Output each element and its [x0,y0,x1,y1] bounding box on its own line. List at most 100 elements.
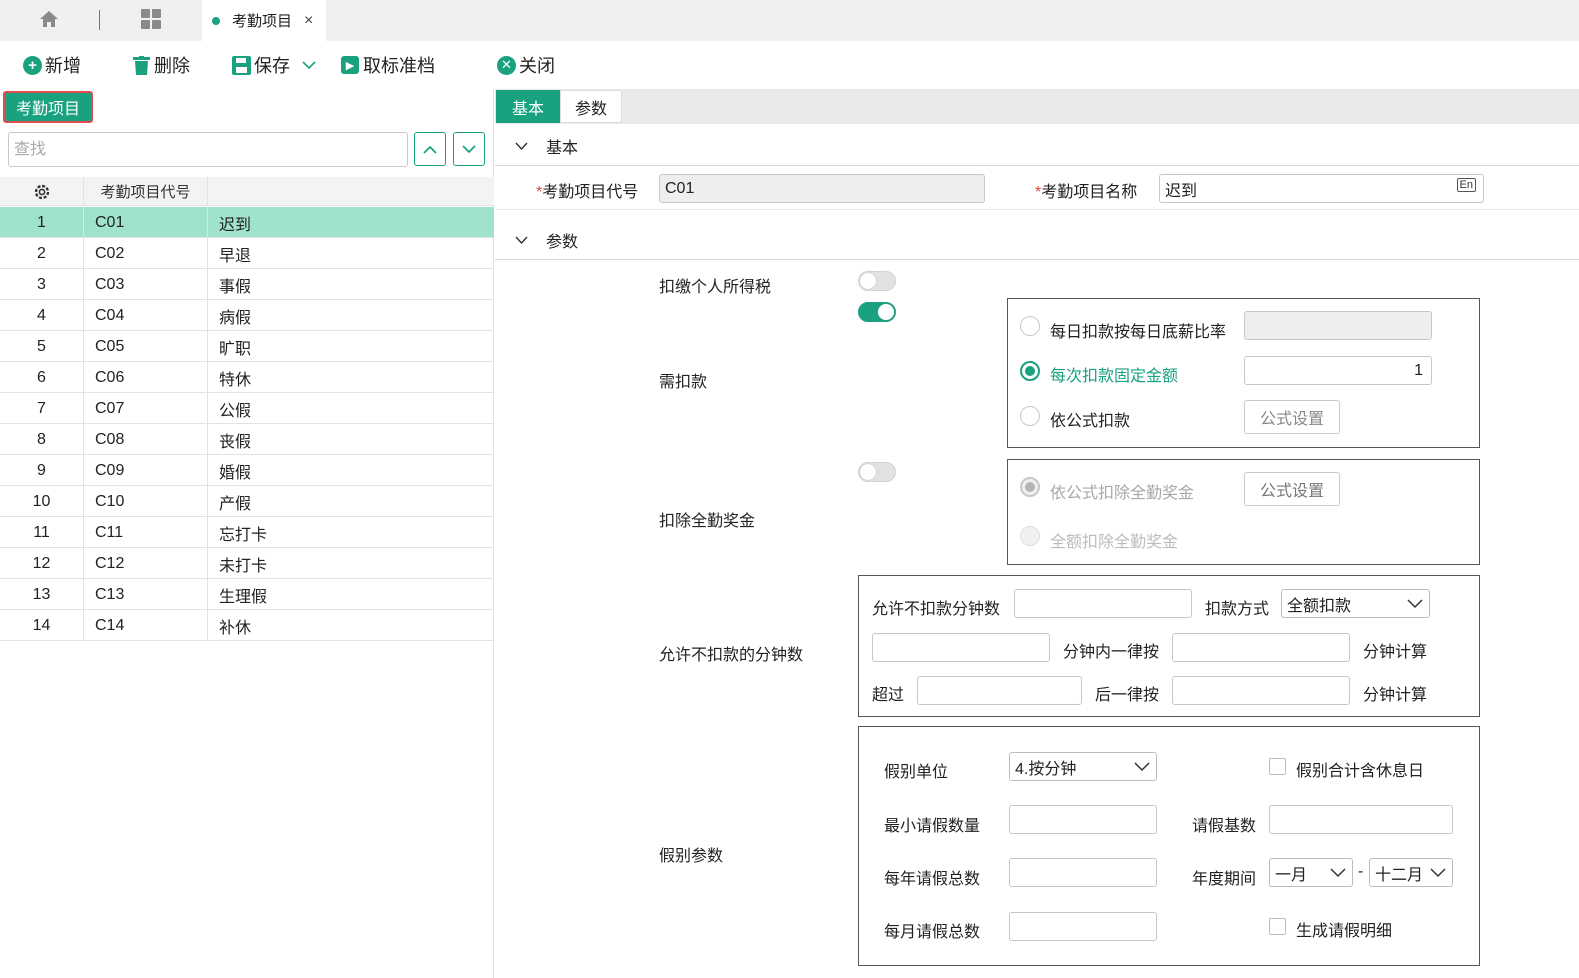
after-minutes-field[interactable] [1172,676,1350,705]
radio-bonus-formula[interactable] [1020,477,1040,497]
table-row[interactable]: 4 C04 病假 [0,300,494,331]
row-code: C12 [84,548,208,579]
apps-tab[interactable] [101,0,201,41]
next-button[interactable] [453,132,485,166]
table-row[interactable]: 2 C02 早退 [0,238,494,269]
gen-detail-label: 生成请假明细 [1296,923,1393,940]
panel-title: 考勤项目 [3,91,93,123]
allow-minutes-field[interactable] [1014,589,1192,618]
tab-param[interactable]: 参数 [560,90,622,123]
chevron-down-icon[interactable] [302,60,316,70]
delete-button[interactable]: 删除 [133,53,190,77]
chevron-down-icon [1330,865,1346,883]
table-row[interactable]: 6 C06 特休 [0,362,494,393]
prev-button[interactable] [414,132,446,166]
yearly-total-field[interactable] [1009,858,1157,887]
tab-basic[interactable]: 基本 [496,90,560,123]
name-label: *考勤项目名称 [1035,178,1137,202]
row-name: 婚假 [219,464,252,482]
toggle-knob [860,464,876,480]
deduct-toggle[interactable] [858,302,896,322]
row-name: 补休 [219,619,252,637]
monthly-total-label: 每月请假总数 [884,924,981,941]
row-number: 3 [0,269,84,300]
monthly-total-field[interactable] [1009,912,1157,941]
row-code: C10 [84,486,208,517]
col-header-name[interactable] [208,177,494,206]
minute-calc-label-1: 分钟计算 [1363,644,1428,661]
chevron-down-icon [515,142,528,150]
row-number: 13 [0,579,84,610]
leave-base-field[interactable] [1269,805,1453,834]
gen-detail-checkbox[interactable] [1269,918,1286,935]
min-leave-label: 最小请假数量 [884,818,981,835]
bonus-toggle[interactable] [858,462,896,482]
period-to-value: 十二月 [1375,866,1424,884]
minutes-threshold-field[interactable] [872,633,1050,662]
grid-icon [140,8,162,34]
include-rest-checkbox[interactable] [1269,758,1286,775]
daily-rate-field[interactable] [1244,311,1432,340]
radio-bonus-full[interactable] [1020,526,1040,546]
close-icon[interactable]: × [304,12,313,30]
deduct-method-label: 扣款方式 [1205,601,1270,618]
toggle-knob [860,273,876,289]
minutes-box: 允许不扣款分钟数 扣款方式 全额扣款 分钟内一律按 分钟计算 超过 后一律按 分… [858,575,1480,717]
table-row[interactable]: 9 C09 婚假 [0,455,494,486]
table-row[interactable]: 3 C03 事假 [0,269,494,300]
home-tab[interactable] [0,0,98,41]
table-row[interactable]: 10 C10 产假 [0,486,494,517]
section-basic-header[interactable]: 基本 [495,126,1579,166]
section-basic-title: 基本 [546,139,579,157]
plus-icon: + [23,55,42,75]
save-icon [232,55,251,75]
radio-daily[interactable] [1020,316,1040,336]
tab-attendance-items[interactable]: 考勤项目 × [202,0,326,41]
home-icon [38,9,60,33]
radio-daily-label: 每日扣款按每日底薪比率 [1050,324,1227,341]
period-to-select[interactable]: 十二月 [1369,858,1453,887]
period-from-select[interactable]: 一月 [1269,858,1353,887]
row-code: C14 [84,610,208,641]
language-icon[interactable]: En [1456,178,1476,192]
row-code: C03 [84,269,208,300]
table-row[interactable]: 14 C14 补休 [0,610,494,641]
section-param-header[interactable]: 参数 [495,220,1579,260]
settings-icon[interactable] [0,177,84,206]
add-button[interactable]: + 新增 [23,53,81,77]
fixed-amount-field[interactable]: 1 [1244,356,1432,385]
table-row[interactable]: 13 C13 生理假 [0,579,494,610]
table-row[interactable]: 1 C01 迟到 [0,207,494,238]
row-code: C05 [84,331,208,362]
exceed-field[interactable] [917,676,1082,705]
row-code: C11 [84,517,208,548]
bonus-formula-button[interactable]: 公式设置 [1244,472,1340,506]
table-row[interactable]: 12 C12 未打卡 [0,548,494,579]
col-header-code[interactable]: 考勤项目代号 [84,177,208,206]
table-row[interactable]: 8 C08 丧假 [0,424,494,455]
tax-toggle[interactable] [858,271,896,291]
table-row[interactable]: 11 C11 忘打卡 [0,517,494,548]
active-dot-icon [212,16,220,25]
close-button[interactable]: ✕ 关闭 [497,53,555,77]
radio-bonus-full-label: 全额扣除全勤奖金 [1050,534,1179,551]
deduct-method-select[interactable]: 全额扣款 [1281,589,1430,618]
within-minutes-field[interactable] [1172,633,1350,662]
save-button[interactable]: 保存 [232,53,316,77]
formula-settings-button[interactable]: 公式设置 [1244,400,1340,434]
row-code: C01 [84,207,208,238]
min-leave-field[interactable] [1009,805,1157,834]
table-row[interactable]: 7 C07 公假 [0,393,494,424]
unstandard-button[interactable]: ▶ 取标准档 [341,53,435,77]
name-field[interactable]: 迟到 En [1159,174,1484,203]
radio-formula[interactable] [1020,406,1040,426]
radio-fixed-label: 每次扣款固定金额 [1050,368,1179,385]
leave-unit-select[interactable]: 4.按分钟 [1009,752,1157,781]
bonus-label: 扣除全勤奖金 [659,513,756,530]
code-field[interactable]: C01 [659,174,985,203]
table-row[interactable]: 5 C05 旷职 [0,331,494,362]
toolbar: + 新增 删除 保存 ▶ 取标准档 ✕ 关闭 [0,41,1579,89]
search-input[interactable] [8,132,408,167]
row-number: 4 [0,300,84,331]
radio-fixed[interactable] [1020,361,1040,381]
